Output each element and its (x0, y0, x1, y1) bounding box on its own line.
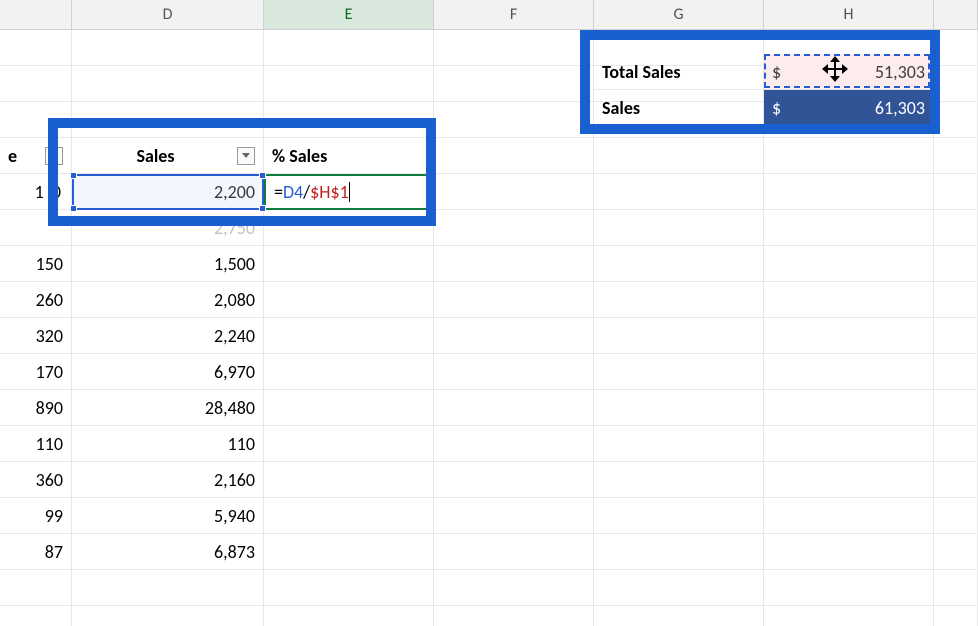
formula-text: =D4/$H$1 (274, 181, 349, 203)
cell-H2[interactable]: $61,303 (764, 90, 934, 126)
cell-E4-editing[interactable]: =D4/$H$1 (266, 174, 432, 210)
text-caret (349, 182, 350, 202)
range-marching-ants (764, 54, 930, 88)
side-ref-cells: Total Sales$51,303Sales$61,303 (0, 0, 978, 626)
range-D4-ref (72, 174, 264, 210)
cell-G2[interactable]: Sales (594, 90, 764, 126)
spreadsheet-grid[interactable]: DEFGH eSales% Sales1 02,2002,7501501,500… (0, 0, 978, 626)
cell-G1[interactable]: Total Sales (594, 54, 764, 90)
